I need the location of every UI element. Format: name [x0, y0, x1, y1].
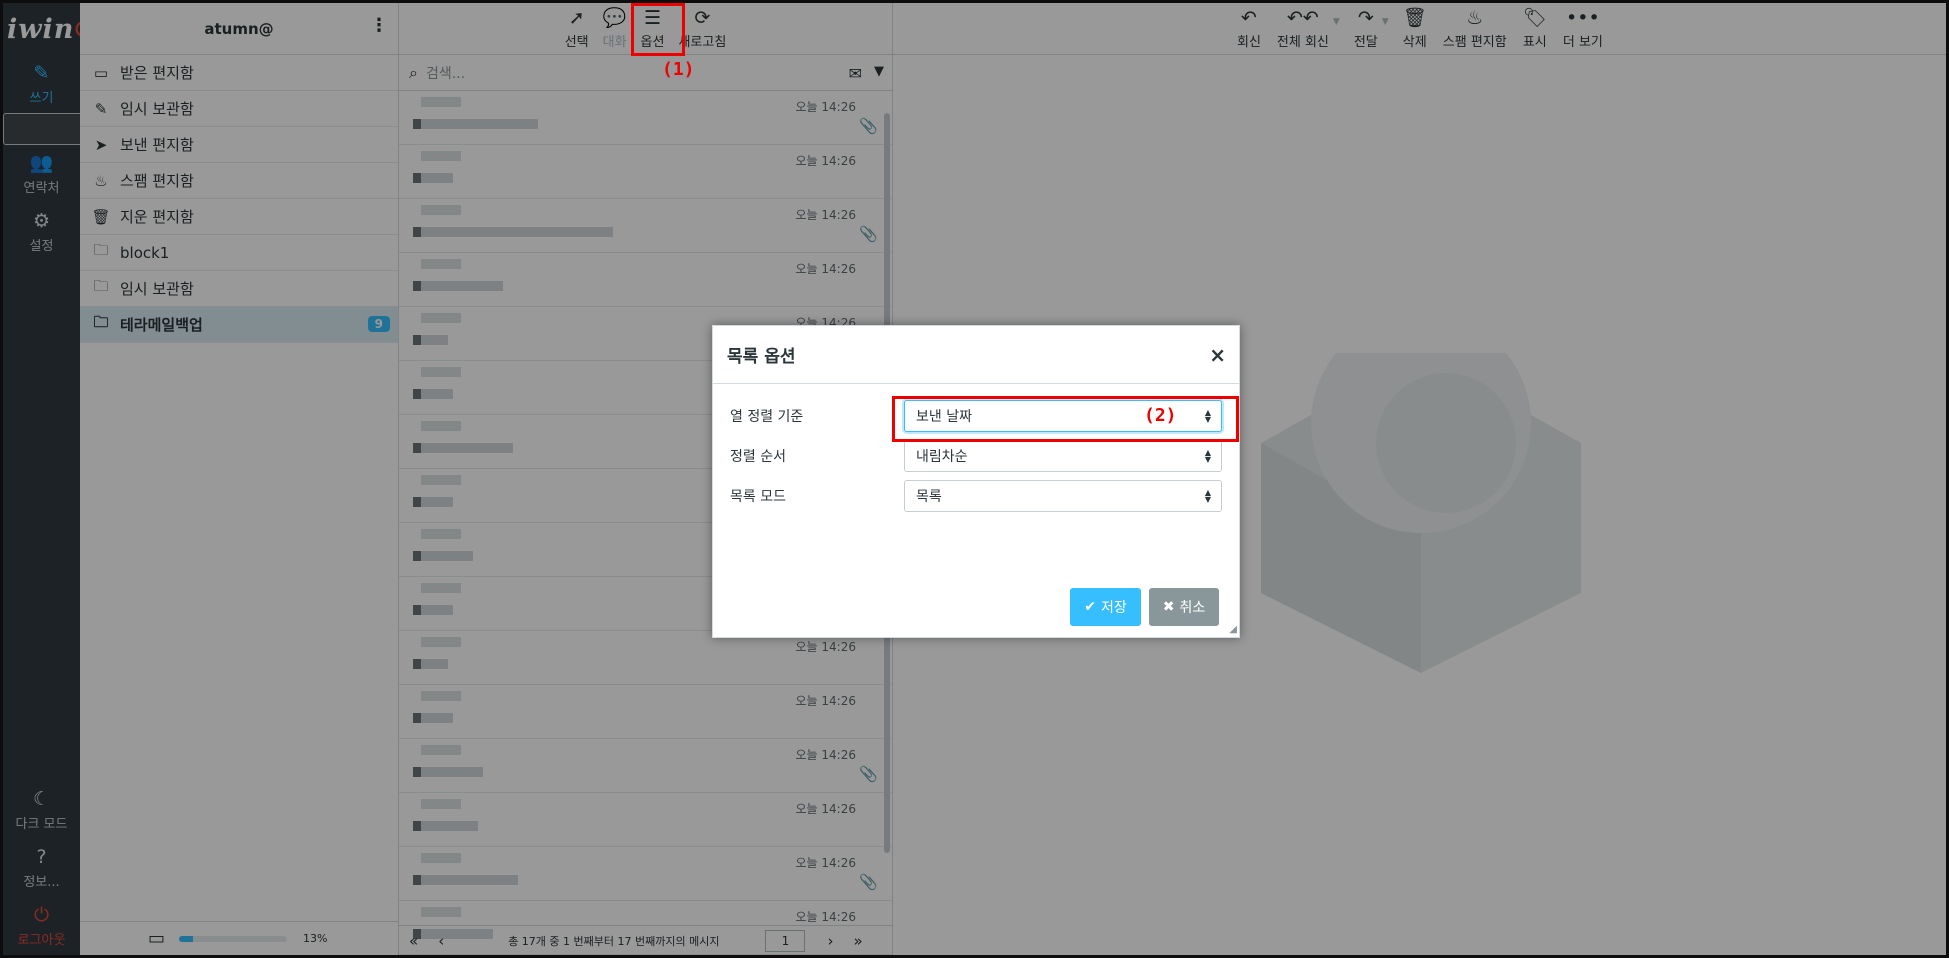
- list-mode-label: 목록 모드: [730, 489, 786, 505]
- annotation-box-1: [631, 3, 685, 56]
- annotation-box-2: [892, 396, 1239, 442]
- dialog-footer: ✔ 저장 ✖ 취소: [1062, 588, 1219, 626]
- select-arrows-icon: ▲ ▼: [1204, 448, 1211, 464]
- mail-app-window: iwin⏻ ✎ 쓰기 ✉ 메일 👥 연락처 ⚙ 설정 ☾ 다크 모드 ? 정보.…: [3, 3, 1946, 955]
- annotation-label-2: (2): [1144, 405, 1177, 426]
- list-mode-select[interactable]: 목록 ▲ ▼: [904, 480, 1222, 512]
- sort-column-label: 열 정렬 기준: [730, 409, 804, 425]
- save-button[interactable]: ✔ 저장: [1070, 588, 1141, 626]
- close-icon[interactable]: ×: [1209, 343, 1226, 367]
- sort-order-label: 정렬 순서: [730, 449, 786, 465]
- resize-handle-icon[interactable]: ◢: [1229, 624, 1237, 635]
- select-arrows-icon: ▲ ▼: [1204, 488, 1211, 504]
- sort-order-select[interactable]: 내림차순 ▲ ▼: [904, 440, 1222, 472]
- dialog-header: 목록 옵션 ×: [713, 326, 1239, 384]
- x-icon: ✖: [1162, 599, 1175, 615]
- cancel-button[interactable]: ✖ 취소: [1149, 588, 1219, 626]
- save-label: 저장: [1100, 600, 1127, 616]
- list-mode-row: 목록 모드 목록 ▲ ▼: [713, 476, 1239, 516]
- check-icon: ✔: [1084, 599, 1096, 615]
- list-mode-value: 목록: [916, 489, 942, 505]
- list-options-dialog: 목록 옵션 × 열 정렬 기준 보낸 날짜 ▲ ▼ 정렬 순서 내림차순 ▲ ▼ 목…: [712, 325, 1240, 638]
- cancel-label: 취소: [1179, 600, 1206, 616]
- sort-order-value: 내림차순: [916, 449, 968, 465]
- annotation-label-1: (1): [662, 59, 695, 80]
- dialog-title: 목록 옵션: [727, 347, 796, 367]
- sort-order-row: 정렬 순서 내림차순 ▲ ▼: [713, 436, 1239, 476]
